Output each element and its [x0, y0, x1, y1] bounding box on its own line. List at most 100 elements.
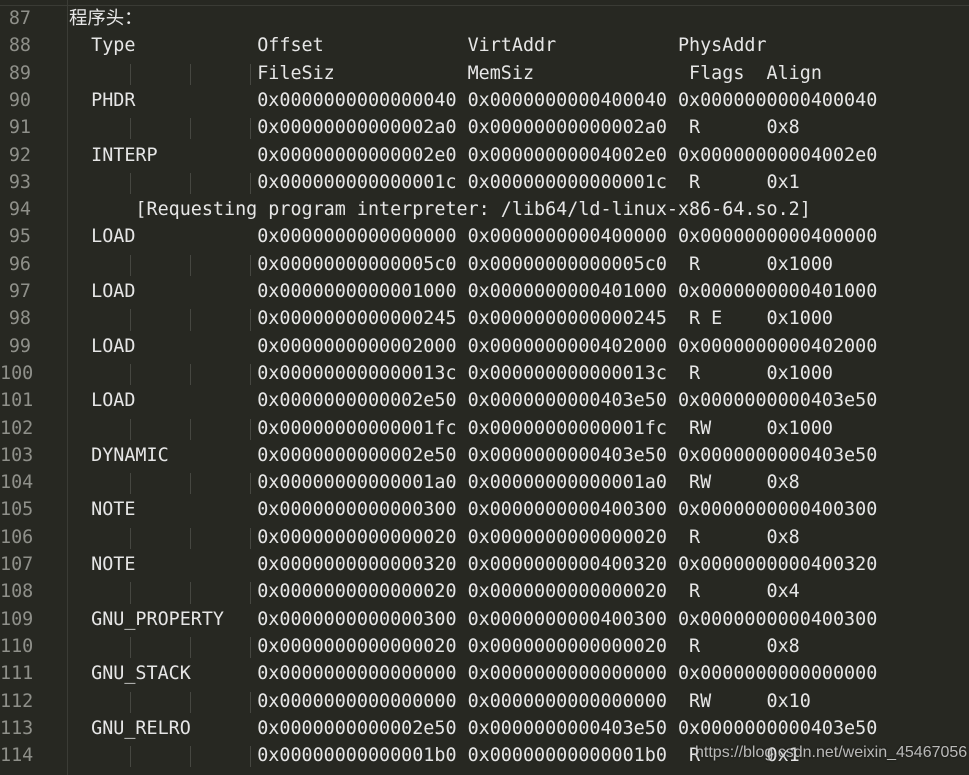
code-line[interactable]: 105 NOTE 0x0000000000000300 0x0000000000… [0, 496, 969, 523]
line-text[interactable]: 0x00000000000001b0 0x00000000000001b0 R … [69, 742, 800, 769]
indent-guide [250, 418, 251, 440]
line-text[interactable]: 0x00000000000005c0 0x00000000000005c0 R … [69, 251, 833, 278]
line-number: 107 [0, 554, 34, 575]
code-line[interactable]: 110 0x0000000000000020 0x000000000000002… [0, 633, 969, 660]
line-text[interactable]: DYNAMIC 0x0000000000002e50 0x00000000004… [69, 442, 877, 469]
indent-guide [250, 746, 251, 768]
line-number: 98 [8, 308, 31, 330]
indent-guide [190, 746, 191, 768]
indent-guide [190, 63, 191, 85]
line-text[interactable]: NOTE 0x0000000000000320 0x00000000004003… [69, 551, 877, 578]
line-number: 89 [8, 62, 31, 84]
line-text[interactable]: 程序头： [69, 5, 143, 32]
indent-guide [130, 582, 131, 604]
line-number: 111 [0, 663, 34, 685]
code-line[interactable]: 108 0x0000000000000020 0x000000000000002… [0, 578, 969, 605]
code-line[interactable]: 96 0x00000000000005c0 0x00000000000005c0… [0, 251, 969, 278]
indent-guide [250, 309, 251, 331]
indent-guide [250, 363, 251, 386]
code-line[interactable]: 87 程序头： [0, 5, 969, 32]
line-number: 102 [0, 417, 34, 439]
line-number: 93 [8, 171, 31, 193]
indent-guide [190, 418, 191, 440]
line-text[interactable]: 0x0000000000000245 0x0000000000000245 R … [69, 305, 833, 332]
line-text[interactable]: 0x0000000000000000 0x0000000000000000 RW… [69, 688, 811, 715]
indent-guide [190, 582, 191, 604]
code-line[interactable]: 88 Type Offset VirtAddr PhysAddr [0, 32, 969, 59]
line-text[interactable]: 0x0000000000000020 0x0000000000000020 R … [69, 578, 800, 605]
indent-guide [130, 118, 131, 140]
line-text[interactable]: GNU_RELRO 0x0000000000002e50 0x000000000… [69, 715, 877, 742]
code-line[interactable]: 101 LOAD 0x0000000000002e50 0x0000000000… [0, 387, 969, 414]
code-line[interactable]: 91 0x00000000000002a0 0x00000000000002a0… [0, 114, 969, 141]
line-number: 114 [0, 745, 34, 767]
line-text[interactable]: GNU_PROPERTY 0x0000000000000300 0x000000… [69, 606, 877, 633]
line-text[interactable]: 0x00000000000002a0 0x00000000000002a0 R … [69, 114, 800, 141]
code-line[interactable]: 98 0x0000000000000245 0x0000000000000245… [0, 305, 969, 332]
indent-guide [250, 582, 251, 604]
indent-guide [190, 309, 191, 331]
indent-guide [130, 172, 131, 195]
line-text[interactable]: 0x000000000000013c 0x000000000000013c R … [69, 360, 833, 387]
code-line[interactable]: 95 LOAD 0x0000000000000000 0x00000000004… [0, 223, 969, 250]
code-line[interactable]: 90 PHDR 0x0000000000000040 0x00000000004… [0, 87, 969, 114]
line-text[interactable]: LOAD 0x0000000000000000 0x00000000004000… [69, 223, 877, 250]
line-text[interactable]: LOAD 0x0000000000001000 0x00000000004010… [69, 278, 877, 305]
indent-guide [250, 118, 251, 140]
line-text[interactable]: Type Offset VirtAddr PhysAddr [69, 32, 766, 59]
line-text[interactable]: GNU_STACK 0x0000000000000000 0x000000000… [69, 660, 877, 687]
line-number: 108 [0, 581, 34, 603]
line-number: 95 [8, 226, 31, 248]
indent-guide [130, 746, 131, 768]
code-line[interactable]: 97 LOAD 0x0000000000001000 0x00000000004… [0, 278, 969, 305]
indent-guide [250, 691, 251, 713]
line-number: 104 [0, 472, 34, 494]
indent-guide [190, 527, 191, 549]
code-line[interactable]: 111 GNU_STACK 0x0000000000000000 0x00000… [0, 660, 969, 687]
line-number: 90 [8, 89, 31, 111]
code-line[interactable]: 112 0x0000000000000000 0x000000000000000… [0, 688, 969, 715]
indent-guide [190, 636, 191, 659]
indent-guide [130, 473, 131, 495]
code-line[interactable]: 100 0x000000000000013c 0x000000000000013… [0, 360, 969, 387]
line-text[interactable]: LOAD 0x0000000000002000 0x00000000004020… [69, 333, 877, 360]
indent-guide [190, 172, 191, 195]
code-line[interactable]: 99 LOAD 0x0000000000002000 0x00000000004… [0, 333, 969, 360]
indent-guide [190, 254, 191, 276]
line-number: 87 [8, 8, 31, 29]
line-text[interactable]: LOAD 0x0000000000002e50 0x0000000000403e… [69, 387, 877, 414]
line-text[interactable]: [Requesting program interpreter: /lib64/… [69, 196, 810, 223]
line-number: 101 [0, 390, 34, 412]
code-line[interactable]: 93 0x000000000000001c 0x000000000000001c… [0, 169, 969, 196]
code-line[interactable]: 102 0x00000000000001fc 0x00000000000001f… [0, 415, 969, 442]
line-number: 103 [0, 444, 34, 466]
line-text[interactable]: 0x00000000000001a0 0x00000000000001a0 RW… [69, 469, 800, 496]
line-text[interactable]: 0x000000000000001c 0x000000000000001c R … [69, 169, 800, 196]
code-line[interactable]: 92 INTERP 0x00000000000002e0 0x000000000… [0, 142, 969, 169]
indent-guide [250, 254, 251, 276]
line-text[interactable]: FileSiz MemSiz Flags Align [69, 60, 822, 87]
line-text[interactable]: 0x0000000000000020 0x0000000000000020 R … [69, 524, 800, 551]
line-number: 106 [0, 526, 34, 548]
indent-guide [250, 636, 251, 659]
line-text[interactable]: 0x0000000000000020 0x0000000000000020 R … [69, 633, 800, 660]
line-text[interactable]: INTERP 0x00000000000002e0 0x000000000040… [69, 142, 877, 169]
code-editor[interactable]: 87 程序头： 88 Type Offset VirtAddr PhysAddr 89… [0, 0, 969, 775]
line-text[interactable]: PHDR 0x0000000000000040 0x00000000004000… [69, 87, 877, 114]
code-line[interactable]: 107 NOTE 0x0000000000000320 0x0000000000… [0, 551, 969, 578]
code-line[interactable]: 106 0x0000000000000020 0x000000000000002… [0, 524, 969, 551]
code-line[interactable]: 113 GNU_RELRO 0x0000000000002e50 0x00000… [0, 715, 969, 742]
code-line[interactable]: 109 GNU_PROPERTY 0x0000000000000300 0x00… [0, 606, 969, 633]
indent-guide [130, 363, 131, 386]
line-number: 97 [8, 281, 31, 302]
indent-guide [190, 363, 191, 386]
line-text[interactable]: NOTE 0x0000000000000300 0x00000000004003… [69, 496, 877, 523]
code-line[interactable]: 104 0x00000000000001a0 0x00000000000001a… [0, 469, 969, 496]
code-line[interactable]: 103 DYNAMIC 0x0000000000002e50 0x0000000… [0, 442, 969, 469]
indent-guide [130, 309, 131, 331]
line-text[interactable]: 0x00000000000001fc 0x00000000000001fc RW… [69, 415, 833, 442]
code-line[interactable]: 89 FileSiz MemSiz Flags Align [0, 60, 969, 87]
line-number: 96 [8, 253, 31, 275]
code-line[interactable]: 94 [Requesting program interpreter: /lib… [0, 196, 969, 223]
line-number: 88 [8, 35, 31, 57]
